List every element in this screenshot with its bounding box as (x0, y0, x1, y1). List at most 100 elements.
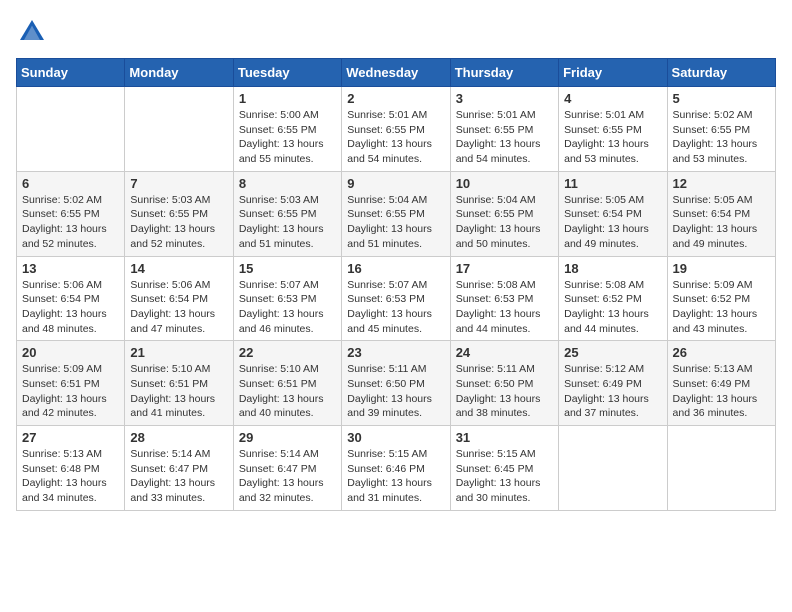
logo (16, 16, 52, 48)
weekday-header-wednesday: Wednesday (342, 59, 450, 87)
day-detail: Sunrise: 5:07 AM Sunset: 6:53 PM Dayligh… (347, 278, 444, 337)
calendar-cell: 29 Sunrise: 5:14 AM Sunset: 6:47 PM Dayli… (233, 426, 341, 511)
calendar-cell: 18 Sunrise: 5:08 AM Sunset: 6:52 PM Dayli… (559, 256, 667, 341)
day-detail: Sunrise: 5:03 AM Sunset: 6:55 PM Dayligh… (239, 193, 336, 252)
calendar-cell: 31Sunrise: 5:15 AM Sunset: 6:45 PM Dayli… (450, 426, 558, 511)
day-detail: Sunrise: 5:01 AM Sunset: 6:55 PM Dayligh… (347, 108, 444, 167)
day-number: 10 (456, 176, 553, 191)
weekday-header-monday: Monday (125, 59, 233, 87)
day-detail: Sunrise: 5:11 AM Sunset: 6:50 PM Dayligh… (347, 362, 444, 421)
day-detail: Sunrise: 5:08 AM Sunset: 6:52 PM Dayligh… (564, 278, 661, 337)
day-detail: Sunrise: 5:03 AM Sunset: 6:55 PM Dayligh… (130, 193, 227, 252)
calendar-week-row: 27 Sunrise: 5:13 AM Sunset: 6:48 PM Dayli… (17, 426, 776, 511)
day-detail: Sunrise: 5:09 AM Sunset: 6:51 PM Dayligh… (22, 362, 119, 421)
calendar-cell: 1 Sunrise: 5:00 AM Sunset: 6:55 PM Daylig… (233, 87, 341, 172)
day-number: 20 (22, 345, 119, 360)
day-detail: Sunrise: 5:06 AM Sunset: 6:54 PM Dayligh… (22, 278, 119, 337)
day-number: 25 (564, 345, 661, 360)
day-detail: Sunrise: 5:10 AM Sunset: 6:51 PM Dayligh… (130, 362, 227, 421)
calendar-cell (559, 426, 667, 511)
logo-icon (16, 16, 48, 48)
day-number: 15 (239, 261, 336, 276)
weekday-header-sunday: Sunday (17, 59, 125, 87)
day-detail: Sunrise: 5:02 AM Sunset: 6:55 PM Dayligh… (673, 108, 770, 167)
calendar-table: SundayMondayTuesdayWednesdayThursdayFrid… (16, 58, 776, 511)
calendar-week-row: 20 Sunrise: 5:09 AM Sunset: 6:51 PM Dayli… (17, 341, 776, 426)
calendar-cell: 26 Sunrise: 5:13 AM Sunset: 6:49 PM Dayli… (667, 341, 775, 426)
day-detail: Sunrise: 5:04 AM Sunset: 6:55 PM Dayligh… (347, 193, 444, 252)
day-number: 23 (347, 345, 444, 360)
calendar-cell (17, 87, 125, 172)
day-detail: Sunrise: 5:01 AM Sunset: 6:55 PM Dayligh… (564, 108, 661, 167)
calendar-week-row: 13 Sunrise: 5:06 AM Sunset: 6:54 PM Dayli… (17, 256, 776, 341)
calendar-cell: 17Sunrise: 5:08 AM Sunset: 6:53 PM Dayli… (450, 256, 558, 341)
day-number: 29 (239, 430, 336, 445)
day-number: 30 (347, 430, 444, 445)
calendar-cell: 28Sunrise: 5:14 AM Sunset: 6:47 PM Dayli… (125, 426, 233, 511)
day-number: 4 (564, 91, 661, 106)
day-number: 3 (456, 91, 553, 106)
calendar-cell: 25Sunrise: 5:12 AM Sunset: 6:49 PM Dayli… (559, 341, 667, 426)
day-number: 1 (239, 91, 336, 106)
calendar-header: SundayMondayTuesdayWednesdayThursdayFrid… (17, 59, 776, 87)
day-detail: Sunrise: 5:02 AM Sunset: 6:55 PM Dayligh… (22, 193, 119, 252)
calendar-week-row: 6 Sunrise: 5:02 AM Sunset: 6:55 PM Daylig… (17, 171, 776, 256)
day-number: 19 (673, 261, 770, 276)
day-number: 7 (130, 176, 227, 191)
day-detail: Sunrise: 5:05 AM Sunset: 6:54 PM Dayligh… (673, 193, 770, 252)
day-number: 13 (22, 261, 119, 276)
calendar-cell: 2 Sunrise: 5:01 AM Sunset: 6:55 PM Daylig… (342, 87, 450, 172)
day-number: 31 (456, 430, 553, 445)
day-detail: Sunrise: 5:14 AM Sunset: 6:47 PM Dayligh… (130, 447, 227, 506)
day-detail: Sunrise: 5:05 AM Sunset: 6:54 PM Dayligh… (564, 193, 661, 252)
calendar-cell: 19Sunrise: 5:09 AM Sunset: 6:52 PM Dayli… (667, 256, 775, 341)
calendar-cell: 9 Sunrise: 5:04 AM Sunset: 6:55 PM Daylig… (342, 171, 450, 256)
weekday-header-row: SundayMondayTuesdayWednesdayThursdayFrid… (17, 59, 776, 87)
day-detail: Sunrise: 5:04 AM Sunset: 6:55 PM Dayligh… (456, 193, 553, 252)
calendar-cell (667, 426, 775, 511)
day-number: 18 (564, 261, 661, 276)
day-number: 21 (130, 345, 227, 360)
page-header (16, 16, 776, 48)
day-number: 9 (347, 176, 444, 191)
calendar-cell: 22Sunrise: 5:10 AM Sunset: 6:51 PM Dayli… (233, 341, 341, 426)
calendar-cell: 21 Sunrise: 5:10 AM Sunset: 6:51 PM Dayli… (125, 341, 233, 426)
calendar-cell: 20 Sunrise: 5:09 AM Sunset: 6:51 PM Dayli… (17, 341, 125, 426)
weekday-header-friday: Friday (559, 59, 667, 87)
weekday-header-tuesday: Tuesday (233, 59, 341, 87)
calendar-cell: 16 Sunrise: 5:07 AM Sunset: 6:53 PM Dayli… (342, 256, 450, 341)
day-number: 26 (673, 345, 770, 360)
day-detail: Sunrise: 5:06 AM Sunset: 6:54 PM Dayligh… (130, 278, 227, 337)
day-detail: Sunrise: 5:00 AM Sunset: 6:55 PM Dayligh… (239, 108, 336, 167)
calendar-cell: 11 Sunrise: 5:05 AM Sunset: 6:54 PM Dayli… (559, 171, 667, 256)
day-number: 17 (456, 261, 553, 276)
day-number: 24 (456, 345, 553, 360)
day-number: 27 (22, 430, 119, 445)
calendar-cell (125, 87, 233, 172)
day-number: 5 (673, 91, 770, 106)
calendar-body: 1 Sunrise: 5:00 AM Sunset: 6:55 PM Daylig… (17, 87, 776, 511)
calendar-cell: 30Sunrise: 5:15 AM Sunset: 6:46 PM Dayli… (342, 426, 450, 511)
day-detail: Sunrise: 5:13 AM Sunset: 6:49 PM Dayligh… (673, 362, 770, 421)
day-detail: Sunrise: 5:07 AM Sunset: 6:53 PM Dayligh… (239, 278, 336, 337)
calendar-cell: 12 Sunrise: 5:05 AM Sunset: 6:54 PM Dayli… (667, 171, 775, 256)
calendar-cell: 5 Sunrise: 5:02 AM Sunset: 6:55 PM Daylig… (667, 87, 775, 172)
day-number: 6 (22, 176, 119, 191)
day-number: 14 (130, 261, 227, 276)
calendar-cell: 4 Sunrise: 5:01 AM Sunset: 6:55 PM Daylig… (559, 87, 667, 172)
calendar-cell: 15 Sunrise: 5:07 AM Sunset: 6:53 PM Dayli… (233, 256, 341, 341)
day-detail: Sunrise: 5:11 AM Sunset: 6:50 PM Dayligh… (456, 362, 553, 421)
day-number: 12 (673, 176, 770, 191)
day-number: 16 (347, 261, 444, 276)
day-detail: Sunrise: 5:13 AM Sunset: 6:48 PM Dayligh… (22, 447, 119, 506)
calendar-cell: 27 Sunrise: 5:13 AM Sunset: 6:48 PM Dayli… (17, 426, 125, 511)
calendar-cell: 7 Sunrise: 5:03 AM Sunset: 6:55 PM Daylig… (125, 171, 233, 256)
weekday-header-thursday: Thursday (450, 59, 558, 87)
calendar-cell: 10 Sunrise: 5:04 AM Sunset: 6:55 PM Dayli… (450, 171, 558, 256)
calendar-cell: 23 Sunrise: 5:11 AM Sunset: 6:50 PM Dayli… (342, 341, 450, 426)
day-number: 2 (347, 91, 444, 106)
day-detail: Sunrise: 5:14 AM Sunset: 6:47 PM Dayligh… (239, 447, 336, 506)
calendar-week-row: 1 Sunrise: 5:00 AM Sunset: 6:55 PM Daylig… (17, 87, 776, 172)
day-number: 11 (564, 176, 661, 191)
calendar-cell: 8Sunrise: 5:03 AM Sunset: 6:55 PM Daylig… (233, 171, 341, 256)
